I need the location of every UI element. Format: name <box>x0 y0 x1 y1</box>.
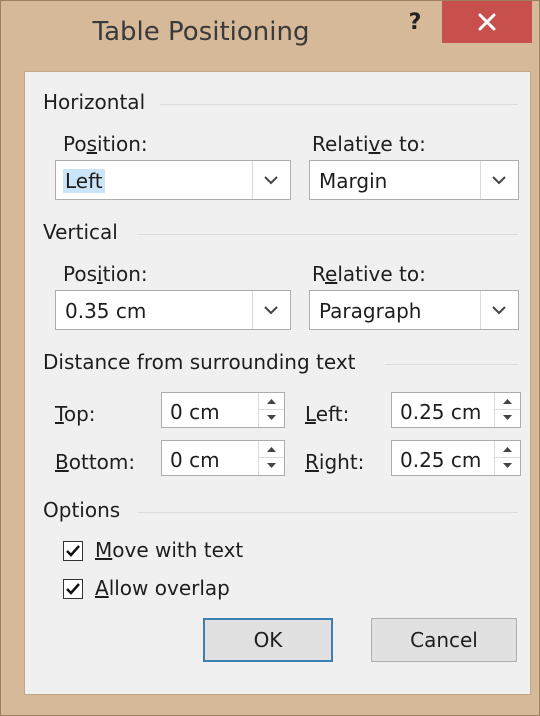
checkmark-icon <box>66 545 80 557</box>
spin-up-icon <box>267 447 276 452</box>
spin-up-icon <box>503 447 512 452</box>
spin-up-icon <box>267 399 276 404</box>
dialog-title: Table Positioning <box>92 17 310 47</box>
right-spin-up[interactable] <box>495 441 520 458</box>
top-spin-down[interactable] <box>259 410 284 427</box>
move-with-text-label[interactable]: Move with text <box>95 538 243 562</box>
chevron-down-icon <box>264 176 278 185</box>
close-button[interactable] <box>442 1 532 43</box>
horizontal-position-value: Left <box>63 169 105 193</box>
vertical-group-divider <box>137 234 518 235</box>
chevron-down-icon <box>492 306 506 315</box>
left-spinner[interactable]: 0.25 cm <box>391 392 521 428</box>
vertical-relative-value: Paragraph <box>319 299 422 323</box>
checkmark-icon <box>66 583 80 595</box>
spin-down-icon <box>267 415 276 420</box>
top-spinner-buttons <box>258 393 284 427</box>
right-spinner[interactable]: 0.25 cm <box>391 440 521 476</box>
top-spin-up[interactable] <box>259 393 284 410</box>
right-value: 0.25 cm <box>400 448 482 472</box>
left-spin-down[interactable] <box>495 410 520 427</box>
vertical-group-label: Vertical <box>43 220 118 244</box>
horizontal-group-label: Horizontal <box>43 90 146 114</box>
top-value: 0 cm <box>170 400 220 424</box>
vertical-relative-select[interactable]: Paragraph <box>309 290 519 330</box>
move-with-text-checkbox[interactable] <box>63 541 83 561</box>
vertical-position-label: Position: <box>63 262 148 286</box>
horizontal-relative-select[interactable]: Margin <box>309 160 519 200</box>
top-spinner[interactable]: 0 cm <box>161 392 285 428</box>
title-bar[interactable]: Table Positioning ? <box>1 1 539 81</box>
horizontal-group-divider <box>160 104 518 105</box>
options-group-label: Options <box>43 498 121 522</box>
left-label: Left: <box>305 402 350 426</box>
horizontal-relative-label: Relative to: <box>312 132 426 156</box>
horizontal-relative-dropdown-button[interactable] <box>480 161 518 199</box>
dialog-window: Table Positioning ? Horizontal Position:… <box>0 0 540 716</box>
horizontal-position-select[interactable]: Left <box>55 160 291 200</box>
bottom-spin-up[interactable] <box>259 441 284 458</box>
ok-button[interactable]: OK <box>203 618 333 662</box>
dialog-body: Horizontal Position: Left Relative to: M… <box>24 71 531 695</box>
allow-overlap-checkbox[interactable] <box>63 579 83 599</box>
spin-down-icon <box>503 463 512 468</box>
bottom-spin-down[interactable] <box>259 458 284 475</box>
spin-up-icon <box>503 399 512 404</box>
chevron-down-icon <box>492 176 506 185</box>
vertical-position-value: 0.35 cm <box>65 299 147 323</box>
distance-group-label: Distance from surrounding text <box>43 350 356 374</box>
right-label: Right: <box>305 450 365 474</box>
spin-down-icon <box>267 463 276 468</box>
vertical-relative-label: Relative to: <box>312 262 426 286</box>
right-spin-down[interactable] <box>495 458 520 475</box>
horizontal-position-label: Position: <box>63 132 148 156</box>
chevron-down-icon <box>264 306 278 315</box>
vertical-position-dropdown-button[interactable] <box>252 291 290 329</box>
bottom-spinner[interactable]: 0 cm <box>161 440 285 476</box>
left-spin-up[interactable] <box>495 393 520 410</box>
distance-group-divider <box>385 364 518 365</box>
bottom-label: Bottom: <box>55 450 136 474</box>
options-group-divider <box>137 512 518 513</box>
bottom-spinner-buttons <box>258 441 284 475</box>
top-label: Top: <box>55 402 96 426</box>
close-icon <box>478 13 496 31</box>
help-button[interactable]: ? <box>389 1 441 51</box>
vertical-position-select[interactable]: 0.35 cm <box>55 290 291 330</box>
left-value: 0.25 cm <box>400 400 482 424</box>
right-spinner-buttons <box>494 441 520 475</box>
left-spinner-buttons <box>494 393 520 427</box>
horizontal-relative-value: Margin <box>319 169 388 193</box>
vertical-relative-dropdown-button[interactable] <box>480 291 518 329</box>
cancel-button[interactable]: Cancel <box>371 618 517 662</box>
horizontal-position-dropdown-button[interactable] <box>252 161 290 199</box>
allow-overlap-label[interactable]: Allow overlap <box>95 576 230 600</box>
spin-down-icon <box>503 415 512 420</box>
bottom-value: 0 cm <box>170 448 220 472</box>
